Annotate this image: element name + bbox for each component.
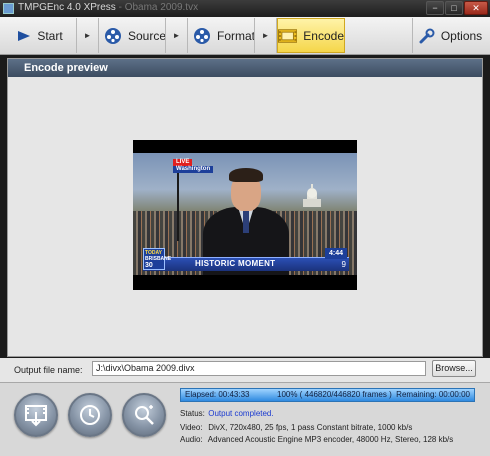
options-button[interactable]: Options	[412, 18, 488, 53]
remaining-text: Remaining: 00:00:00	[396, 390, 470, 399]
reporter-hair	[229, 168, 263, 182]
browse-button[interactable]: Browse...	[432, 360, 476, 377]
main-toolbar: Start ► Source ► Format ► Encode Options	[0, 17, 490, 55]
title-bar: TMPGEnc 4.0 XPress - Obama 2009.tvx − □ …	[0, 0, 490, 17]
channel-bug: TODAY BRISBANE 30	[143, 248, 171, 270]
output-file-field[interactable]: J:\divx\Obama 2009.divx	[92, 361, 426, 376]
reporter-tie	[243, 211, 249, 233]
encode-button[interactable]: Encode	[277, 18, 345, 53]
audio-value: Advanced Acoustic Engine MP3 encoder, 48…	[207, 435, 454, 444]
window-title-text: TMPGEnc 4.0 XPress	[18, 2, 116, 13]
window-title: TMPGEnc 4.0 XPress - Obama 2009.tvx	[18, 2, 198, 13]
camera-pole	[177, 161, 179, 241]
video-value: DivX, 720x480, 25 fps, 1 pass Constant b…	[208, 423, 413, 432]
video-preview: LIVE Washington TODAY BRISBANE 30 HISTOR…	[133, 140, 357, 290]
encode-label: Encode	[303, 28, 344, 43]
output-row: Output file name: J:\divx\Obama 2009.div…	[0, 358, 490, 382]
magnifier-icon	[135, 405, 154, 425]
audio-info-row: Audio: Advanced Acoustic Engine MP3 enco…	[180, 435, 453, 444]
clock-text: 4:44	[325, 248, 347, 259]
elapsed-text: Elapsed: 00:43:33	[185, 390, 250, 399]
source-button[interactable]: Source	[99, 18, 171, 53]
location-badge: Washington	[173, 166, 214, 173]
progress-bar: Elapsed: 00:43:33 100% ( 446820/446820 f…	[180, 388, 475, 402]
start-button[interactable]: Start	[4, 18, 76, 53]
preview-zoom-button[interactable]	[122, 393, 166, 437]
film-reel-icon	[104, 27, 121, 44]
source-label: Source	[127, 28, 167, 43]
output-file-label: Output file name:	[14, 365, 83, 375]
options-label: Options	[440, 28, 483, 43]
wrench-icon	[419, 28, 435, 43]
film-reel-icon	[193, 27, 210, 44]
video-info-row: Video: DivX, 720x480, 25 fps, 1 pass Con…	[180, 423, 412, 432]
progress-percent-text: 100% ( 446820/446820 frames )	[277, 390, 392, 399]
close-button[interactable]: ✕	[464, 1, 488, 15]
channel-temp: 30	[145, 262, 153, 269]
step-arrow-icon: ►	[76, 18, 99, 53]
headline-text: HISTORIC MOMENT	[195, 259, 276, 268]
filmstrip-icon	[278, 28, 298, 43]
format-button[interactable]: Format	[188, 18, 260, 53]
schedule-button[interactable]	[68, 393, 112, 437]
lower-third: TODAY BRISBANE 30 HISTORIC MOMENT 4:44 9	[143, 248, 349, 271]
step-arrow-icon: ►	[165, 18, 188, 53]
status-row: Status: Output completed.	[180, 409, 274, 418]
app-icon	[3, 3, 14, 14]
play-icon	[18, 30, 31, 41]
minimize-button[interactable]: −	[426, 1, 444, 15]
output-film-icon	[25, 405, 47, 427]
video-frame: LIVE Washington TODAY BRISBANE 30 HISTOR…	[133, 153, 357, 275]
status-key: Status:	[180, 409, 205, 418]
format-label: Format	[216, 28, 255, 43]
audio-key: Audio:	[180, 435, 203, 444]
section-title: Encode preview	[8, 59, 482, 77]
start-label: Start	[37, 28, 63, 43]
encode-preview-panel: Encode preview LIVE Washington TODAY BRI…	[7, 58, 483, 357]
live-badge: LIVE	[173, 159, 193, 166]
encode-output-button[interactable]	[14, 393, 58, 437]
capitol-dome	[303, 184, 321, 207]
live-bug: LIVE Washington	[173, 159, 229, 173]
maximize-button[interactable]: □	[445, 1, 463, 15]
network-logo: 9	[341, 260, 346, 269]
step-arrow-icon: ►	[254, 18, 277, 53]
clock-icon	[80, 405, 100, 425]
status-value: Output completed.	[208, 409, 274, 418]
bottom-panel: Elapsed: 00:43:33 100% ( 446820/446820 f…	[0, 382, 490, 456]
window-title-suffix: - Obama 2009.tvx	[115, 2, 199, 13]
video-key: Video:	[180, 423, 203, 432]
